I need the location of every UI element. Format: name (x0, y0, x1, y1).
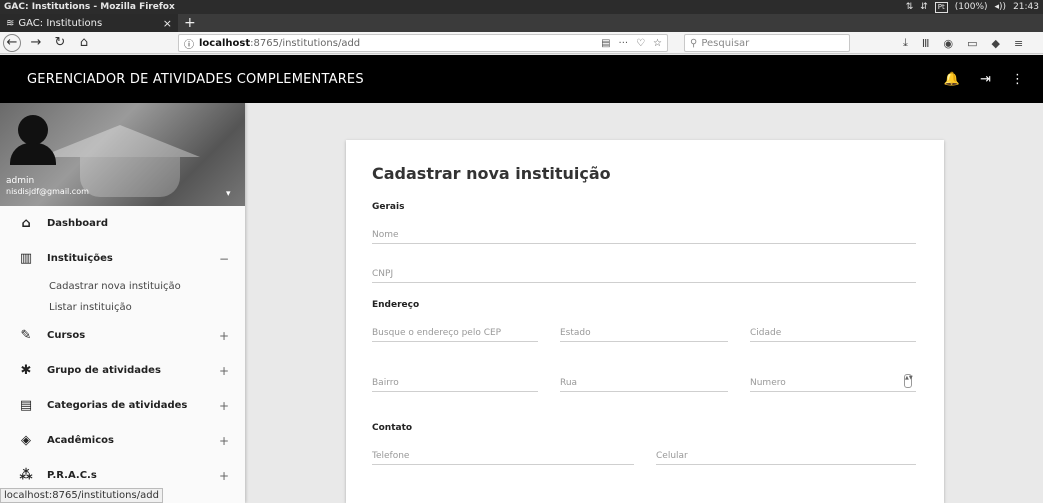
clock[interactable]: 21:43 (1013, 2, 1039, 12)
tab-title: GAC: Institutions (18, 17, 103, 29)
sidebar-item-categorias[interactable]: ▤ Categorias de atividades + (0, 388, 245, 423)
celular-field[interactable]: Celular (656, 445, 916, 465)
puzzle-icon: ✱ (20, 363, 32, 378)
sidebar-subitem-cadastrar[interactable]: Cadastrar nova instituição (0, 276, 245, 297)
building-icon: ▥ (19, 251, 33, 266)
downloads-icon[interactable]: ⤓ (903, 36, 908, 50)
collapse-toggle[interactable]: − (219, 252, 229, 266)
keyboard-layout-icon[interactable]: Pt (934, 1, 948, 13)
expand-toggle[interactable]: + (219, 399, 229, 413)
rua-field[interactable]: Rua (560, 372, 728, 392)
cidade-field[interactable]: Cidade (750, 322, 916, 342)
browser-tab[interactable]: ≋ GAC: Institutions × (0, 14, 178, 32)
numero-placeholder: Numero (750, 378, 786, 388)
sidebar-item-label: Dashboard (47, 218, 108, 229)
search-placeholder: Pesquisar (701, 37, 750, 49)
url-host: localhost (199, 37, 251, 49)
cnpj-field[interactable]: CNPJ (372, 263, 916, 283)
graduation-cap-icon: ◈ (21, 433, 31, 448)
expand-toggle[interactable]: + (219, 329, 229, 343)
profile-email: nisdisjdf@gmail.com (6, 187, 89, 196)
reader-view-icon[interactable]: ▤ (601, 38, 610, 49)
adblock-icon[interactable]: ◉ (943, 37, 953, 50)
url-bar[interactable]: ⓘ localhost:8765/institutions/add ▤ ··· … (178, 34, 668, 52)
status-url-tooltip: localhost:8765/institutions/add (0, 488, 163, 503)
bookmark-star-icon[interactable]: ☆ (653, 38, 662, 49)
graduation-cap-banner-image (40, 125, 200, 157)
window-title: GAC: Institutions - Mozilla Firefox (4, 2, 175, 12)
avatar (10, 115, 56, 165)
site-info-icon[interactable]: ⓘ (184, 36, 194, 51)
back-arrow-icon[interactable]: ← (3, 33, 21, 52)
browser-tab-strip: ≋ GAC: Institutions × + (0, 14, 1043, 32)
more-vert-icon[interactable]: ⋮ (1011, 72, 1024, 87)
chevron-down-icon[interactable]: ▾ (226, 189, 231, 199)
sidebar-item-cursos[interactable]: ✎ Cursos + (0, 318, 245, 353)
new-tab-button[interactable]: + (178, 14, 202, 32)
browser-toolbar-icons: ⤓ Ⅲ ◉ ▭ ◆ ≡ (903, 34, 1023, 52)
reload-icon[interactable]: ↻ (51, 34, 69, 52)
sidebar: admin nisdisjdf@gmail.com ▾ ⌂ Dashboard … (0, 103, 245, 503)
profile-banner: admin nisdisjdf@gmail.com ▾ (0, 103, 245, 206)
battery-indicator[interactable]: (100%) (955, 2, 988, 12)
search-input[interactable]: ⚲ Pesquisar (684, 34, 850, 52)
sidebar-item-instituicoes[interactable]: ▥ Instituições − (0, 241, 245, 276)
library-icon[interactable]: Ⅲ (922, 37, 930, 50)
sidebar-toggle-icon[interactable]: ▭ (967, 37, 977, 50)
sidebar-item-label: Acadêmicos (47, 435, 114, 446)
form-card: Cadastrar nova instituição Gerais Nome C… (346, 140, 944, 503)
graduation-cap-banner-image-base (80, 157, 180, 197)
logout-icon[interactable]: ⇥ (980, 72, 991, 87)
notification-bell-icon[interactable]: 🔔 (944, 72, 960, 87)
home-icon: ⌂ (21, 216, 31, 231)
expand-toggle[interactable]: + (219, 469, 229, 483)
section-endereco: Endereço (372, 300, 420, 310)
search-icon: ⚲ (690, 37, 698, 49)
url-text[interactable]: localhost:8765/institutions/add (199, 38, 601, 49)
browser-nav-bar: ← → ↻ ⌂ ⓘ localhost:8765/institutions/ad… (0, 32, 1043, 54)
nome-field[interactable]: Nome (372, 224, 916, 244)
section-gerais: Gerais (372, 202, 405, 212)
app-title: GERENCIADOR DE ATIVIDADES COMPLEMENTARES (27, 71, 364, 87)
hamburger-menu-icon[interactable]: ≡ (1014, 37, 1023, 50)
network-icon[interactable]: ⇅ (906, 2, 914, 12)
transfer-icon[interactable]: ⇵ (920, 2, 928, 12)
sidebar-item-label: Instituições (47, 253, 113, 264)
sidebar-item-academicos[interactable]: ◈ Acadêmicos + (0, 423, 245, 458)
os-title-bar: GAC: Institutions - Mozilla Firefox ⇅ ⇵ … (0, 0, 1043, 14)
app-header: GERENCIADOR DE ATIVIDADES COMPLEMENTARES… (0, 55, 1043, 103)
url-path: :8765/institutions/add (250, 37, 361, 49)
people-icon: ⁂ (19, 468, 33, 483)
pencil-icon: ✎ (20, 328, 32, 343)
volume-icon[interactable]: ◂)) (995, 2, 1007, 12)
tab-favicon-icon: ≋ (6, 17, 15, 29)
system-tray: ⇅ ⇵ Pt (100%) ◂)) 21:43 (906, 1, 1039, 13)
cep-field[interactable]: Busque o endereço pelo CEP (372, 322, 538, 342)
numero-field[interactable]: Numero ▲▼ (750, 372, 916, 392)
sidebar-item-dashboard[interactable]: ⌂ Dashboard (0, 206, 245, 241)
page-title: Cadastrar nova instituição (372, 164, 611, 183)
profile-name: admin (6, 176, 35, 186)
bairro-field[interactable]: Bairro (372, 372, 538, 392)
sidebar-menu: ⌂ Dashboard ▥ Instituições − Cadastrar n… (0, 206, 245, 493)
estado-field[interactable]: Estado (560, 322, 728, 342)
number-stepper-icon[interactable]: ▲▼ (904, 374, 913, 388)
sidebar-item-label: Categorias de atividades (47, 400, 188, 411)
sidebar-item-grupo-atividades[interactable]: ✱ Grupo de atividades + (0, 353, 245, 388)
section-contato: Contato (372, 423, 413, 433)
list-icon: ▤ (19, 398, 33, 413)
expand-toggle[interactable]: + (219, 364, 229, 378)
expand-toggle[interactable]: + (219, 434, 229, 448)
page-actions-icon[interactable]: ··· (619, 38, 629, 49)
sidebar-item-label: Grupo de atividades (47, 365, 161, 376)
sidebar-item-label: Cursos (47, 330, 86, 341)
sidebar-subitem-listar[interactable]: Listar instituição (0, 297, 245, 318)
extension-icon[interactable]: ◆ (991, 37, 999, 50)
forward-arrow-icon[interactable]: → (27, 34, 45, 52)
telefone-field[interactable]: Telefone (372, 445, 634, 465)
sidebar-item-label: P.R.A.C.s (47, 470, 97, 481)
home-icon[interactable]: ⌂ (75, 34, 93, 52)
pocket-icon[interactable]: ♡ (636, 38, 645, 49)
tab-close-icon[interactable]: × (163, 17, 172, 30)
